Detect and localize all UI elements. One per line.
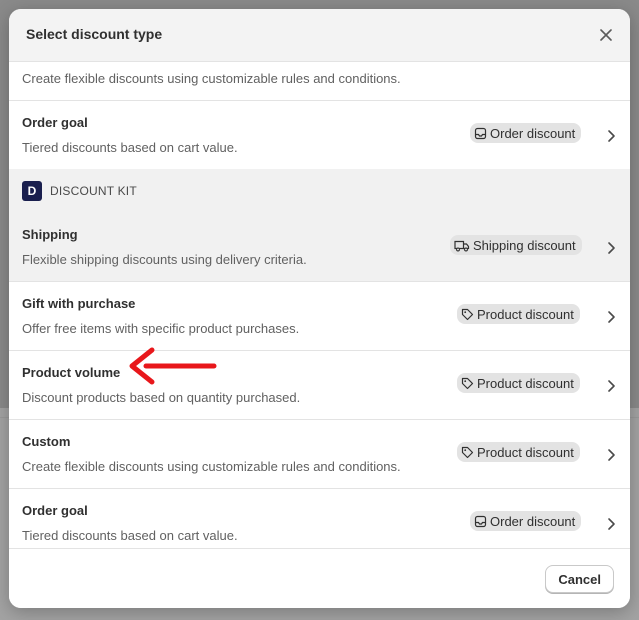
discount-kit-section-header: D DISCOUNT KIT xyxy=(9,169,630,213)
row-badge: Product discount xyxy=(457,373,580,393)
section-label: DISCOUNT KIT xyxy=(50,184,137,198)
inbox-icon xyxy=(474,515,487,528)
discount-row-product-volume[interactable]: Product volume Discount products based o… xyxy=(9,351,630,420)
discount-row-shipping[interactable]: Shipping Flexible shipping discounts usi… xyxy=(9,213,630,282)
badge-label: Product discount xyxy=(477,375,574,391)
row-description: Create flexible discounts using customiz… xyxy=(22,459,401,474)
chevron-right-icon xyxy=(608,449,615,461)
row-title: Product volume xyxy=(22,365,121,380)
row-title: Gift with purchase xyxy=(22,296,136,311)
row-title: Custom xyxy=(22,434,71,449)
discount-kit-logo: D xyxy=(22,181,42,201)
close-icon xyxy=(600,29,612,41)
discount-row-custom[interactable]: Custom Create flexible discounts using c… xyxy=(9,420,630,489)
row-badge: Product discount xyxy=(457,304,580,324)
discount-type-list[interactable]: Create flexible discounts using customiz… xyxy=(9,61,630,549)
badge-label: Product discount xyxy=(477,306,574,322)
cancel-button[interactable]: Cancel xyxy=(545,565,614,593)
row-badge: Shipping discount xyxy=(450,235,582,255)
discount-row-gift-with-purchase[interactable]: Gift with purchase Offer free items with… xyxy=(9,282,630,351)
tag-icon xyxy=(461,308,474,321)
annotation-arrow-icon xyxy=(129,347,217,385)
modal-title: Select discount type xyxy=(26,26,163,42)
row-description: Flexible shipping discounts using delive… xyxy=(22,252,307,267)
badge-label: Shipping discount xyxy=(473,237,576,253)
row-title: Order goal xyxy=(22,503,88,518)
truck-icon xyxy=(454,239,470,252)
discount-row-order-goal-top[interactable]: Order goal Tiered discounts based on car… xyxy=(9,101,630,170)
row-badge: Order discount xyxy=(470,123,582,143)
row-title: Shipping xyxy=(22,227,78,242)
row-description: Create flexible discounts using customiz… xyxy=(22,71,401,86)
row-description: Tiered discounts based on cart value. xyxy=(22,528,238,543)
modal-footer: Cancel xyxy=(9,548,630,608)
badge-label: Product discount xyxy=(477,444,574,460)
row-description: Tiered discounts based on cart value. xyxy=(22,140,238,155)
row-badge: Order discount xyxy=(470,511,582,531)
row-badge: Product discount xyxy=(457,442,580,462)
chevron-right-icon xyxy=(608,380,615,392)
badge-label: Order discount xyxy=(490,125,576,141)
badge-label: Order discount xyxy=(490,513,576,529)
chevron-right-icon xyxy=(608,518,615,530)
close-button[interactable] xyxy=(596,25,616,45)
tag-icon xyxy=(461,377,474,390)
modal-header: Select discount type xyxy=(9,9,630,62)
row-description: Offer free items with specific product p… xyxy=(22,321,300,336)
chevron-right-icon xyxy=(608,130,615,142)
row-title: Order goal xyxy=(22,115,88,130)
chevron-right-icon xyxy=(608,242,615,254)
discount-row-order-goal[interactable]: Order goal Tiered discounts based on car… xyxy=(9,489,630,549)
chevron-right-icon xyxy=(608,311,615,323)
select-discount-modal: Select discount type Create flexible dis… xyxy=(9,9,630,608)
inbox-icon xyxy=(474,127,487,140)
tag-icon xyxy=(461,446,474,459)
discount-row-custom-top[interactable]: Create flexible discounts using customiz… xyxy=(9,61,630,101)
row-description: Discount products based on quantity purc… xyxy=(22,390,301,405)
